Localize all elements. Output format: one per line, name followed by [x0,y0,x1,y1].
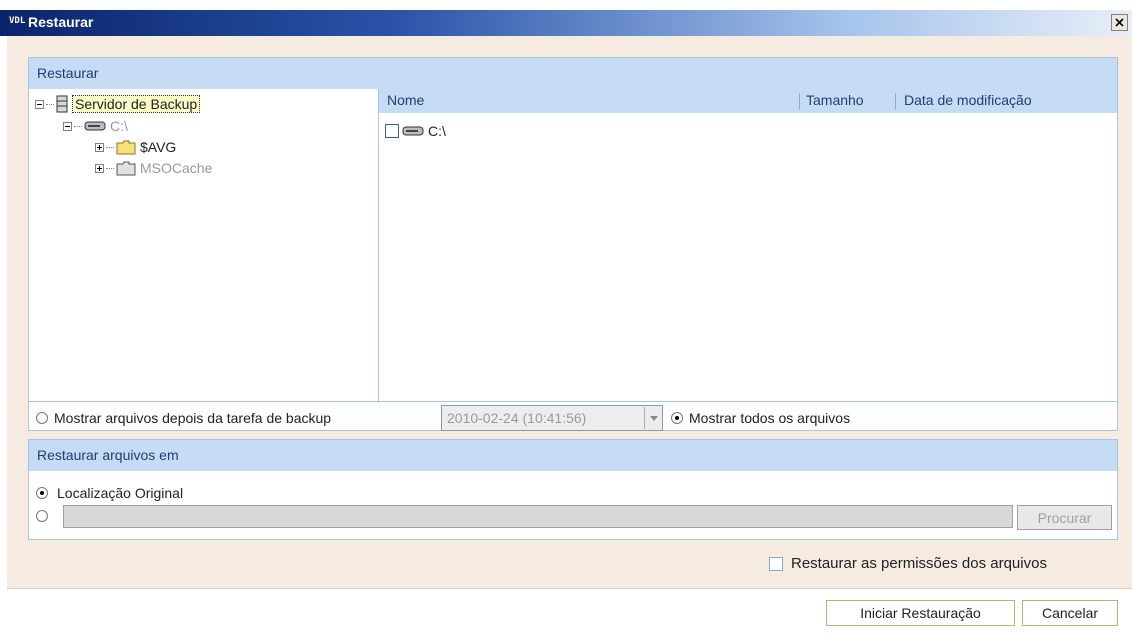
folder-tree[interactable]: Servidor de Backup C:\ $AVG MSOCache [29,89,379,401]
tree-label-folder[interactable]: MSOCache [140,160,212,176]
app-logo: VDL [9,16,26,26]
folder-icon [116,161,136,175]
drive-icon [84,121,106,131]
dropdown-button[interactable] [644,407,662,429]
collapse-icon[interactable] [35,99,44,109]
option-custom-location[interactable] [36,510,48,522]
tree-label-drive[interactable]: C:\ [110,118,128,134]
radio-after-backup[interactable] [36,412,48,424]
option-after-backup[interactable]: Mostrar arquivos depois da tarefa de bac… [36,410,331,426]
file-list[interactable]: Nome Tamanho Data de modificação C:\ [379,89,1117,401]
tree-node-folder[interactable]: MSOCache [95,158,212,178]
drive-icon [402,126,424,136]
collapse-icon[interactable] [63,121,72,131]
restore-destination-panel: Restaurar arquivos em Localização Origin… [28,439,1118,540]
option-all-files[interactable]: Mostrar todos os arquivos [671,410,850,426]
restore-panel: Restaurar Servidor de Backup C:\ $AVG MS… [28,57,1118,431]
file-name: C:\ [428,123,446,139]
column-name[interactable]: Nome [387,92,424,108]
permissions-option[interactable]: Restaurar as permissões dos arquivos [769,555,1047,572]
column-size[interactable]: Tamanho [806,92,864,108]
title-bar: VDL Restaurar [0,10,1132,36]
tree-node-drive[interactable]: C:\ [63,116,128,136]
window-title: Restaurar [28,14,94,30]
radio-custom-location[interactable] [36,510,48,522]
restore-destination-header: Restaurar arquivos em [29,440,1117,471]
option-original-location[interactable]: Localização Original [36,485,183,501]
tree-node-folder[interactable]: $AVG [95,137,176,157]
expand-icon[interactable] [95,142,104,152]
tree-node-root[interactable]: Servidor de Backup [35,94,201,114]
tree-label-folder[interactable]: $AVG [140,139,176,155]
expand-icon[interactable] [95,163,104,173]
folder-icon [116,140,136,154]
permissions-checkbox[interactable] [769,556,783,571]
restore-panel-header: Restaurar [29,58,1117,89]
list-item[interactable]: C:\ [385,123,446,139]
option-after-backup-label: Mostrar arquivos depois da tarefa de bac… [54,410,332,426]
chevron-down-icon [649,415,658,421]
start-restore-button[interactable]: Iniciar Restauração [826,600,1015,626]
radio-original-location[interactable] [36,487,48,499]
server-icon [56,95,68,113]
close-button[interactable] [1111,14,1128,31]
cancel-button[interactable]: Cancelar [1022,600,1118,626]
list-header: Nome Tamanho Data de modificação [379,89,1117,113]
permissions-label: Restaurar as permissões dos arquivos [791,555,1047,572]
browse-button[interactable]: Procurar [1017,505,1112,530]
backup-date-value: 2010-02-24 (10:41:56) [447,410,587,426]
column-modified[interactable]: Data de modificação [904,92,1032,108]
backup-date-select[interactable]: 2010-02-24 (10:41:56) [441,405,663,431]
filter-row: Mostrar arquivos depois da tarefa de bac… [29,401,1117,434]
option-original-location-label: Localização Original [57,485,184,501]
custom-path-field[interactable] [63,505,1013,528]
option-all-files-label: Mostrar todos os arquivos [689,410,851,426]
close-icon [1115,18,1124,27]
radio-all-files[interactable] [671,412,683,424]
tree-label-root[interactable]: Servidor de Backup [72,95,201,113]
file-checkbox[interactable] [385,124,399,138]
